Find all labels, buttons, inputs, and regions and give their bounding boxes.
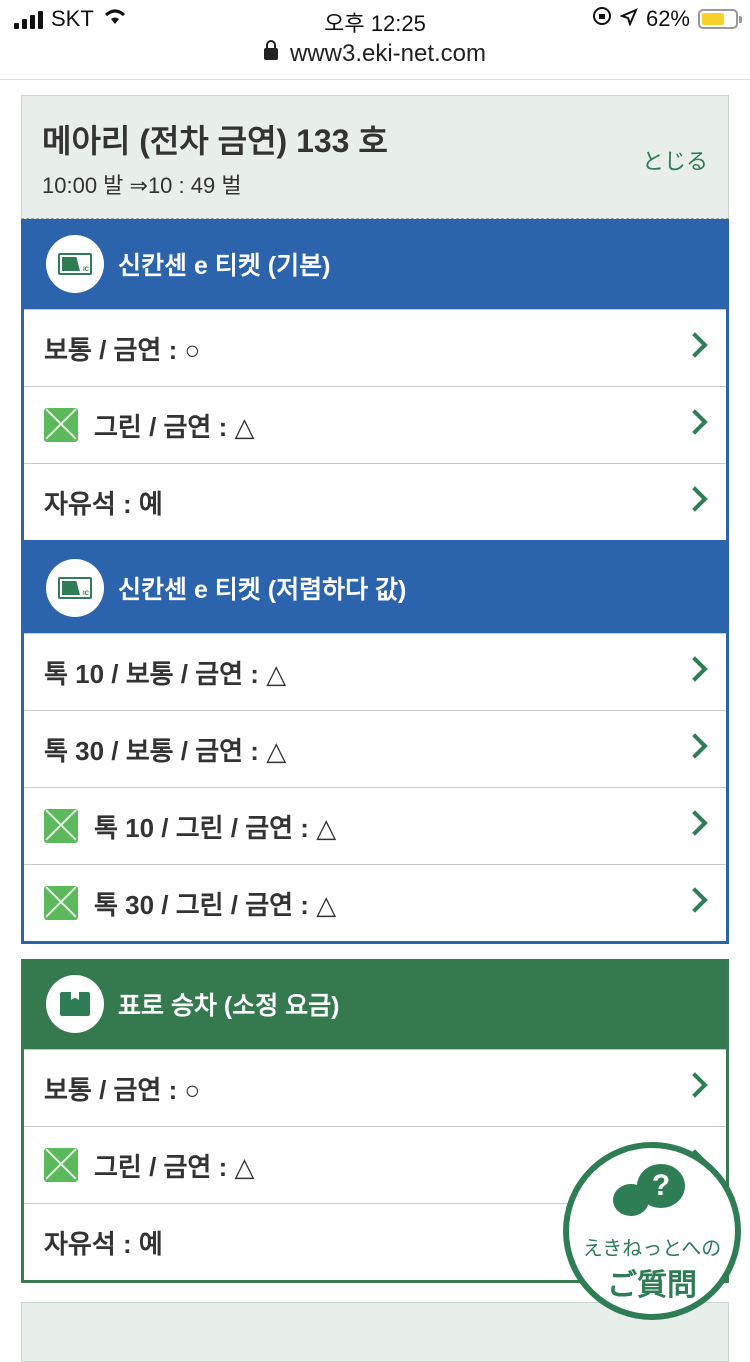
section-title: 표로 승차 (소정 요금) bbox=[118, 992, 340, 1020]
train-detail-panel: 메아리 (전차 금연) 133 호 10:00 발 ⇒10 : 49 벌 とじる… bbox=[21, 95, 729, 1283]
chat-question-icon: ? bbox=[613, 1164, 693, 1224]
lock-icon bbox=[263, 40, 278, 60]
battery-percent: 62% bbox=[645, 6, 690, 31]
section-title: 신칸센 e 티켓 (저렴하다 값) bbox=[118, 576, 407, 604]
fare-label: 보통 / 금연 : ○ bbox=[44, 334, 201, 365]
chevron-right-icon bbox=[682, 733, 708, 759]
chevron-right-icon bbox=[682, 486, 708, 512]
fare-row[interactable]: 자유석 : 예 bbox=[24, 463, 726, 540]
fare-label: 자유석 : 예 bbox=[44, 1228, 163, 1259]
close-link[interactable]: とじる bbox=[642, 144, 708, 176]
train-name: 메아리 (전차 금연) 133 호 bbox=[42, 123, 388, 159]
section-header: IC 신칸센 e 티켓 (기본) bbox=[24, 219, 726, 309]
section-header: 표로 승차 (소정 요금) bbox=[24, 959, 726, 1049]
fare-label: 톡 30 / 보통 / 금연 : △ bbox=[44, 735, 287, 766]
fare-label: 톡 30 / 그린 / 금연 : △ bbox=[94, 889, 337, 920]
fare-label: 자유석 : 예 bbox=[44, 488, 163, 519]
fare-label: 그린 / 금연 : △ bbox=[94, 411, 255, 442]
status-right: 62% bbox=[592, 6, 742, 32]
green-car-icon bbox=[44, 1148, 78, 1182]
train-header: 메아리 (전차 금연) 133 호 10:00 발 ⇒10 : 49 벌 とじる bbox=[21, 95, 729, 219]
fare-label: 톡 10 / 보통 / 금연 : △ bbox=[44, 658, 287, 689]
section-eticket-discount: IC 신칸센 e 티켓 (저렴하다 값) 톡 10 / 보통 / 금연 : △ … bbox=[21, 543, 729, 944]
chevron-right-icon bbox=[682, 332, 708, 358]
fare-row[interactable]: 보통 / 금연 : ○ bbox=[24, 1049, 726, 1126]
url-bar[interactable]: www3.eki-net.com bbox=[0, 40, 750, 80]
fare-label: 톡 10 / 그린 / 금연 : △ bbox=[94, 812, 337, 843]
fare-row[interactable]: 그린 / 금연 : △ bbox=[24, 386, 726, 463]
section-header: IC 신칸센 e 티켓 (저렴하다 값) bbox=[24, 543, 726, 633]
location-icon bbox=[619, 6, 638, 32]
section-eticket-basic: IC 신칸센 e 티켓 (기본) 보통 / 금연 : ○ 그린 / 금연 : △… bbox=[21, 219, 729, 543]
chevron-right-icon bbox=[682, 1072, 708, 1098]
ic-card-icon: IC bbox=[46, 235, 104, 293]
green-car-icon bbox=[44, 809, 78, 843]
ticket-icon bbox=[46, 975, 104, 1033]
fare-row[interactable]: 톡 30 / 그린 / 금연 : △ bbox=[24, 864, 726, 941]
url-text: www3.eki-net.com bbox=[289, 40, 487, 67]
fare-label: 그린 / 금연 : △ bbox=[94, 1151, 255, 1182]
train-time: 10:00 발 ⇒10 : 49 벌 bbox=[42, 173, 242, 198]
chevron-right-icon bbox=[682, 656, 708, 682]
fare-row[interactable]: 톡 10 / 그린 / 금연 : △ bbox=[24, 787, 726, 864]
fare-row[interactable]: 톡 30 / 보통 / 금연 : △ bbox=[24, 710, 726, 787]
section-title: 신칸센 e 티켓 (기본) bbox=[118, 252, 331, 280]
ic-card-icon: IC bbox=[46, 559, 104, 617]
fare-label: 보통 / 금연 : ○ bbox=[44, 1074, 201, 1105]
chevron-right-icon bbox=[682, 887, 708, 913]
chevron-right-icon bbox=[682, 409, 708, 435]
fare-row[interactable]: 보통 / 금연 : ○ bbox=[24, 309, 726, 386]
status-bar: SKT 오후 12:25 62% bbox=[0, 0, 750, 40]
faq-label-small: えきねっとへの bbox=[582, 1238, 722, 1260]
faq-button[interactable]: ? えきねっとへの ご質問 bbox=[563, 1142, 741, 1320]
question-mark: ? bbox=[637, 1164, 685, 1208]
chevron-right-icon bbox=[682, 810, 708, 836]
fare-row[interactable]: 톡 10 / 보통 / 금연 : △ bbox=[24, 633, 726, 710]
battery-icon bbox=[698, 9, 742, 29]
faq-label-large: ご質問 bbox=[607, 1269, 697, 1302]
orientation-lock-icon bbox=[592, 6, 612, 32]
green-car-icon bbox=[44, 408, 78, 442]
green-car-icon bbox=[44, 886, 78, 920]
